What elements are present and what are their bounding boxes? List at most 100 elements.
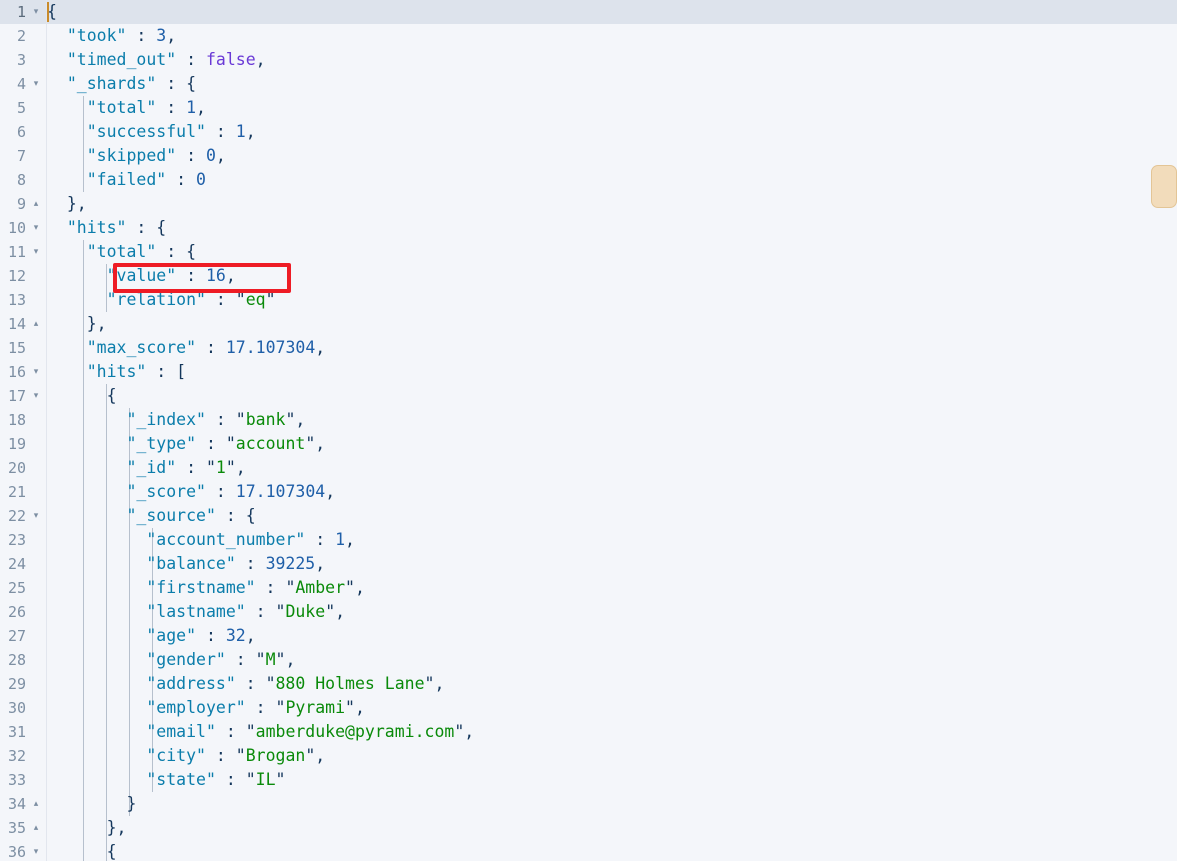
fold-expanded-icon[interactable]: ▾: [30, 360, 42, 384]
gutter-line-14[interactable]: 14 ▴: [0, 312, 46, 336]
code-line-26[interactable]: "lastname" : "Duke",: [47, 600, 1177, 624]
code-line-20[interactable]: "_id" : "1",: [47, 456, 1177, 480]
gutter-line-32[interactable]: 32: [0, 744, 46, 768]
code-line-7[interactable]: "skipped" : 0,: [47, 144, 1177, 168]
code-line-4[interactable]: "_shards" : {: [47, 72, 1177, 96]
code-line-1[interactable]: {: [47, 0, 1177, 24]
line-number: 20: [7, 459, 26, 477]
gutter-line-31[interactable]: 31: [0, 720, 46, 744]
gutter-line-8[interactable]: 8: [0, 168, 46, 192]
gutter-line-23[interactable]: 23: [0, 528, 46, 552]
gutter-line-22[interactable]: 22 ▾: [0, 504, 46, 528]
code-line-12[interactable]: "value" : 16,: [47, 264, 1177, 288]
gutter-line-11[interactable]: 11 ▾: [0, 240, 46, 264]
token: :: [126, 26, 157, 45]
gutter-line-2[interactable]: 2: [0, 24, 46, 48]
gutter-line-25[interactable]: 25: [0, 576, 46, 600]
code-line-33[interactable]: "state" : "IL": [47, 768, 1177, 792]
gutter-line-36[interactable]: 36 ▾: [0, 840, 46, 861]
code-line-21[interactable]: "_score" : 17.107304,: [47, 480, 1177, 504]
code-line-6[interactable]: "successful" : 1,: [47, 120, 1177, 144]
code-line-32[interactable]: "city" : "Brogan",: [47, 744, 1177, 768]
code-line-23[interactable]: "account_number" : 1,: [47, 528, 1177, 552]
vertical-scrollbar[interactable]: [1151, 0, 1177, 861]
code-line-15[interactable]: "max_score" : 17.107304,: [47, 336, 1177, 360]
code-line-5[interactable]: "total" : 1,: [47, 96, 1177, 120]
code-line-18[interactable]: "_index" : "bank",: [47, 408, 1177, 432]
code-line-31[interactable]: "email" : "amberduke@pyrami.com",: [47, 720, 1177, 744]
gutter-line-6[interactable]: 6: [0, 120, 46, 144]
line-number: 16: [7, 363, 26, 381]
fold-collapsed-icon[interactable]: ▴: [30, 816, 42, 840]
gutter-line-21[interactable]: 21: [0, 480, 46, 504]
fold-expanded-icon[interactable]: ▾: [30, 840, 42, 861]
fold-expanded-icon[interactable]: ▾: [30, 384, 42, 408]
code-line-24[interactable]: "balance" : 39225,: [47, 552, 1177, 576]
gutter-line-19[interactable]: 19: [0, 432, 46, 456]
fold-expanded-icon[interactable]: ▾: [30, 240, 42, 264]
code-line-8[interactable]: "failed" : 0: [47, 168, 1177, 192]
gutter-line-10[interactable]: 10 ▾: [0, 216, 46, 240]
code-line-34[interactable]: }: [47, 792, 1177, 816]
gutter-line-3[interactable]: 3: [0, 48, 46, 72]
gutter-line-17[interactable]: 17 ▾: [0, 384, 46, 408]
token: ": [265, 290, 276, 309]
code-line-17[interactable]: {: [47, 384, 1177, 408]
gutter-line-4[interactable]: 4 ▾: [0, 72, 46, 96]
code-line-11[interactable]: "total" : {: [47, 240, 1177, 264]
code-line-25[interactable]: "firstname" : "Amber",: [47, 576, 1177, 600]
fold-collapsed-icon[interactable]: ▴: [30, 312, 42, 336]
code-line-13[interactable]: "relation" : "eq": [47, 288, 1177, 312]
gutter-line-13[interactable]: 13: [0, 288, 46, 312]
code-line-10[interactable]: "hits" : {: [47, 216, 1177, 240]
gutter-line-9[interactable]: 9 ▴: [0, 192, 46, 216]
gutter-line-12[interactable]: 12: [0, 264, 46, 288]
code-content[interactable]: { "took" : 3, "timed_out" : false, "_sha…: [47, 0, 1177, 861]
code-line-29[interactable]: "address" : "880 Holmes Lane",: [47, 672, 1177, 696]
json-code-editor[interactable]: 1 ▾ 2 3 4 ▾ 5 6 7 8 9 ▴ 10 ▾ 11 ▾ 12 13 14 ▴ 15 16 ▾ 17 ▾ 18 19 20 2…: [0, 0, 1177, 861]
gutter-line-33[interactable]: 33: [0, 768, 46, 792]
gutter-line-30[interactable]: 30: [0, 696, 46, 720]
gutter-line-1[interactable]: 1 ▾: [0, 0, 46, 24]
gutter-line-28[interactable]: 28: [0, 648, 46, 672]
code-line-36[interactable]: {: [47, 840, 1177, 861]
code-line-28[interactable]: "gender" : "M",: [47, 648, 1177, 672]
gutter-line-15[interactable]: 15: [0, 336, 46, 360]
fold-collapsed-icon[interactable]: ▴: [30, 792, 42, 816]
code-line-2[interactable]: "took" : 3,: [47, 24, 1177, 48]
gutter-line-35[interactable]: 35 ▴: [0, 816, 46, 840]
fold-expanded-icon[interactable]: ▾: [30, 72, 42, 96]
code-line-3[interactable]: "timed_out" : false,: [47, 48, 1177, 72]
code-line-16[interactable]: "hits" : [: [47, 360, 1177, 384]
fold-expanded-icon[interactable]: ▾: [30, 216, 42, 240]
gutter-line-24[interactable]: 24: [0, 552, 46, 576]
gutter-line-34[interactable]: 34 ▴: [0, 792, 46, 816]
code-line-9[interactable]: },: [47, 192, 1177, 216]
gutter-line-27[interactable]: 27: [0, 624, 46, 648]
gutter-line-26[interactable]: 26: [0, 600, 46, 624]
gutter-line-5[interactable]: 5: [0, 96, 46, 120]
gutter-line-7[interactable]: 7: [0, 144, 46, 168]
line-number: 33: [7, 771, 26, 789]
code-line-35[interactable]: },: [47, 816, 1177, 840]
code-line-22[interactable]: "_source" : {: [47, 504, 1177, 528]
line-number-gutter[interactable]: 1 ▾ 2 3 4 ▾ 5 6 7 8 9 ▴ 10 ▾ 11 ▾ 12 13 14 ▴ 15 16 ▾ 17 ▾ 18 19 20 2…: [0, 0, 46, 861]
fold-expanded-icon[interactable]: ▾: [30, 0, 42, 24]
token: :: [245, 602, 276, 621]
gutter-line-18[interactable]: 18: [0, 408, 46, 432]
gutter-line-20[interactable]: 20: [0, 456, 46, 480]
token: :: [176, 50, 206, 69]
line-number: 22: [7, 507, 26, 525]
fold-expanded-icon[interactable]: ▾: [30, 504, 42, 528]
gutter-line-29[interactable]: 29: [0, 672, 46, 696]
code-line-14[interactable]: },: [47, 312, 1177, 336]
code-line-30[interactable]: "employer" : "Pyrami",: [47, 696, 1177, 720]
token: },: [47, 818, 127, 837]
code-line-27[interactable]: "age" : 32,: [47, 624, 1177, 648]
token: ,: [166, 26, 177, 45]
fold-collapsed-icon[interactable]: ▴: [30, 192, 42, 216]
gutter-line-16[interactable]: 16 ▾: [0, 360, 46, 384]
scrollbar-thumb[interactable]: [1151, 165, 1177, 208]
code-line-19[interactable]: "_type" : "account",: [47, 432, 1177, 456]
